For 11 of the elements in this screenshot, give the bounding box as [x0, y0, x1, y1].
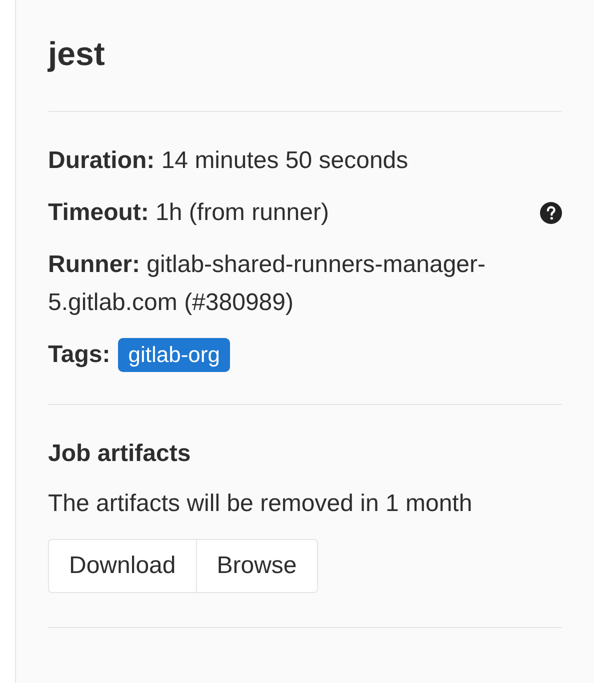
- detail-label: Tags:: [48, 340, 110, 370]
- artifacts-message: The artifacts will be removed in 1 month: [48, 489, 474, 519]
- artifact-button[interactable]: Download: [48, 539, 197, 593]
- tag-badge: gitlab-org: [118, 338, 230, 372]
- detail-text: Duration: 14 minutes 50 seconds: [48, 146, 408, 176]
- detail-text: Runner: gitlab-shared-runners-manager-5.gitlab.com (#380989): [48, 250, 486, 318]
- detail-text: Timeout: 1h (from runner): [48, 198, 329, 228]
- help-icon[interactable]: [540, 202, 562, 224]
- job-title: jest: [48, 34, 106, 74]
- artifact-button[interactable]: Browse: [196, 539, 318, 593]
- section-title: Job artifacts: [48, 439, 192, 469]
